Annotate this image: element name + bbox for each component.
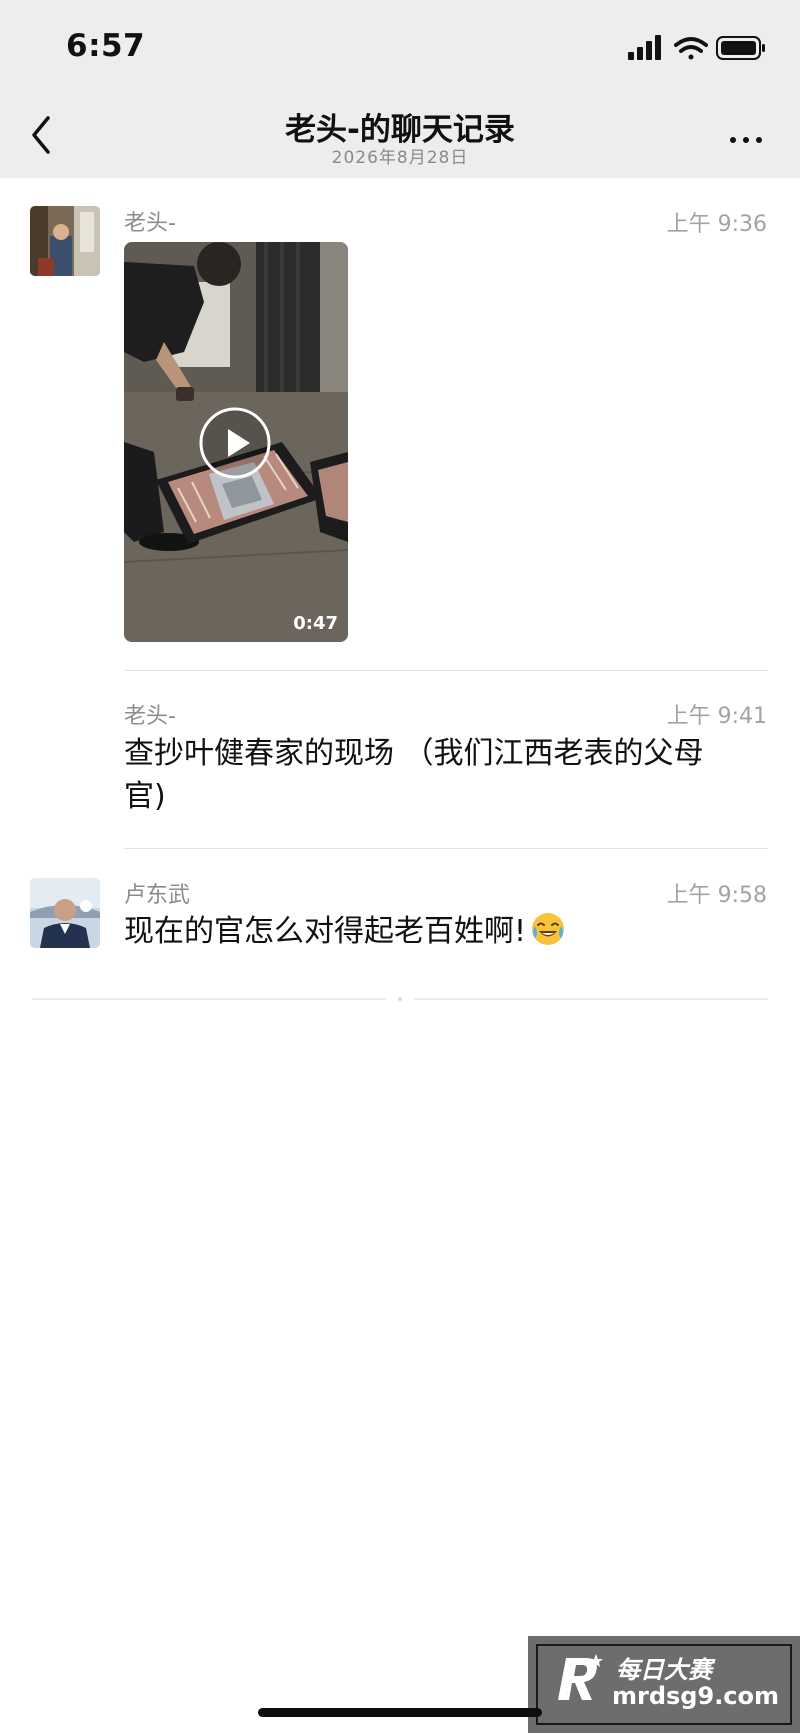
top-header: 6:57 老头-的聊天记录 2026年8月28日 [0, 0, 800, 178]
watermark-logo-icon [558, 1654, 603, 1700]
end-separator-left [32, 998, 386, 1000]
sender-name: 老头- [124, 704, 176, 729]
message-time: 上午 9:36 [666, 212, 767, 237]
message-text: 查抄叶健春家的现场 （我们江西老表的父母官) [124, 736, 704, 814]
home-indicator[interactable] [258, 1708, 542, 1717]
status-time: 6:57 [66, 28, 146, 64]
page-subtitle-date: 2026年8月28日 [331, 148, 469, 168]
end-separator-dot [398, 997, 402, 1001]
crying-laughing-emoji [532, 913, 565, 945]
watermark-url: mrdsg9.com [612, 1682, 780, 1710]
message-divider [124, 670, 768, 671]
message-text-row: 现在的官怎么对得起老百姓啊! [124, 910, 744, 953]
message-time: 上午 9:58 [666, 883, 767, 908]
status-icons [628, 35, 765, 60]
watermark: 每日大赛 mrdsg9.com [528, 1636, 800, 1733]
video-duration: 0:47 [293, 613, 338, 634]
message-time: 上午 9:41 [666, 704, 767, 729]
message-divider [124, 848, 768, 849]
avatar[interactable] [30, 878, 100, 948]
end-separator-right [414, 998, 768, 1000]
more-icon[interactable] [730, 128, 770, 143]
message-text: 现在的官怎么对得起老百姓啊! [124, 914, 527, 949]
video-message[interactable]: 0:47 [124, 242, 348, 642]
avatar[interactable] [30, 206, 100, 276]
sender-name: 卢东武 [124, 883, 191, 908]
battery-icon [716, 36, 765, 60]
signal-icon [628, 35, 661, 60]
wifi-icon [674, 37, 708, 60]
sender-name: 老头- [124, 211, 176, 236]
play-icon[interactable] [198, 406, 272, 480]
watermark-name: 每日大赛 [616, 1656, 712, 1684]
